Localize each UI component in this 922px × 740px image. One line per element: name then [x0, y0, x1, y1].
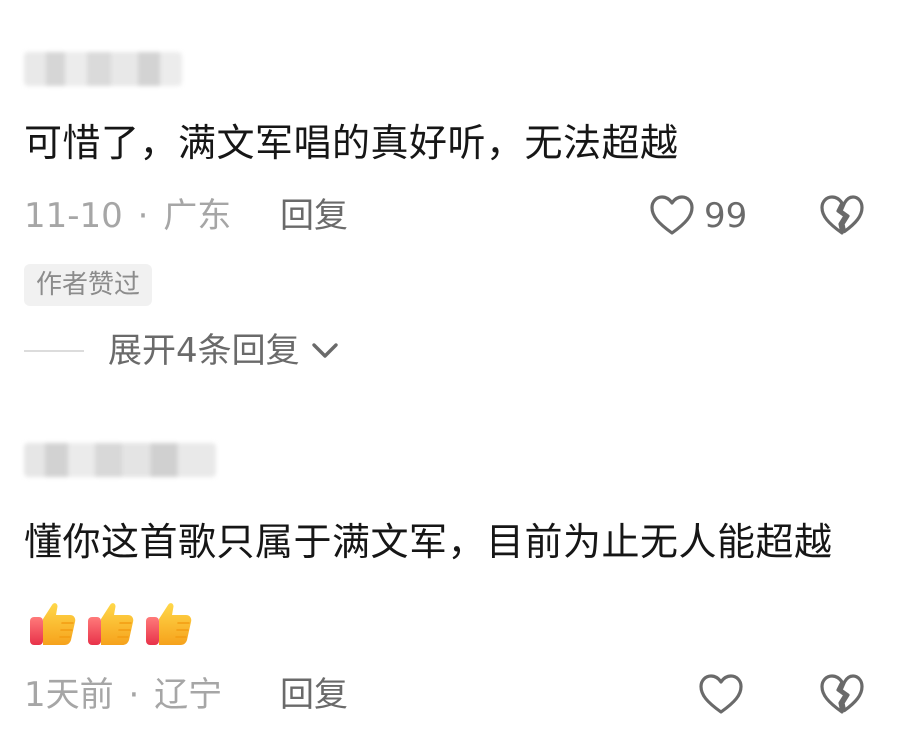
thumbs-up-icon [142, 595, 198, 651]
expand-replies-label: 展开4条回复 [108, 331, 300, 371]
dislike-button[interactable] [818, 671, 866, 723]
expand-replies[interactable]: 展开4条回复 [24, 328, 342, 374]
author-liked-badge: 作者赞过 [24, 264, 153, 306]
like-count: 99 [704, 196, 748, 236]
thumbs-up-icon [26, 595, 82, 651]
thumbs-up-icon [84, 595, 140, 651]
heart-outline-icon [699, 674, 743, 714]
emoji-group [26, 595, 200, 651]
comment-meta: 1天前 · 辽宁 [24, 675, 222, 715]
comment-date: 11-10 [24, 196, 123, 236]
broken-heart-icon [820, 195, 864, 235]
comment-text-content: 懂你这首歌只属于满文军，目前为止无人能超越 [24, 520, 833, 564]
heart-outline-icon [650, 195, 694, 235]
chevron-down-icon [311, 343, 338, 358]
expand-divider [24, 350, 84, 352]
dislike-button[interactable] [818, 192, 866, 244]
username-blurred[interactable] [24, 52, 182, 86]
comment-text: 懂你这首歌只属于满文军，目前为止无人能超越 [24, 503, 862, 659]
meta-separator: · [128, 675, 140, 715]
username-blurred[interactable] [24, 443, 216, 477]
broken-heart-icon [820, 674, 864, 714]
like-button[interactable] [697, 671, 745, 719]
comment-meta: 11-10 · 广东 [24, 196, 231, 236]
meta-separator: · [137, 196, 149, 236]
comment-location: 广东 [163, 196, 232, 236]
comment-date: 1天前 [24, 675, 114, 715]
reply-button[interactable]: 回复 [280, 675, 348, 715]
reply-button[interactable]: 回复 [280, 196, 348, 236]
like-button[interactable]: 99 [648, 192, 747, 240]
comment-location: 辽宁 [154, 675, 223, 715]
comment-text: 可惜了，满文军唱的真好听，无法超越 [24, 121, 679, 165]
